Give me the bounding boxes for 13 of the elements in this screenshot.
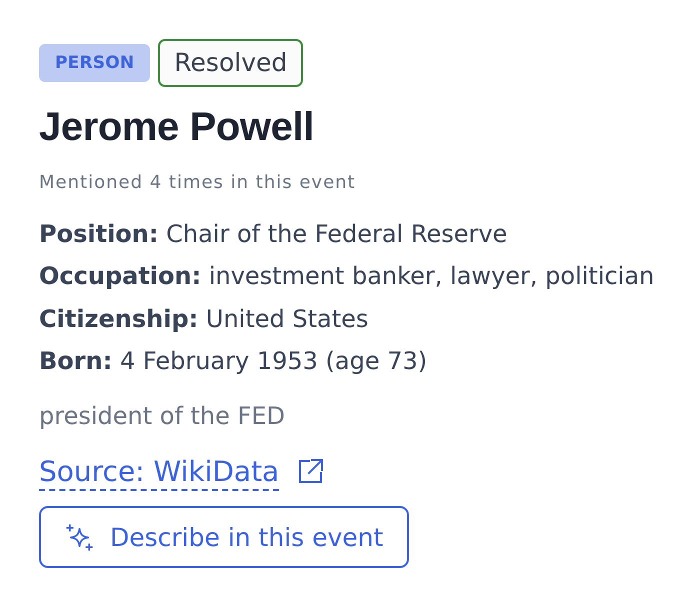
fact-line: Citizenship: United States — [39, 304, 370, 334]
status-badge: Resolved — [158, 39, 304, 87]
fact-line: Position: Chair of the Federal Reserve — [39, 219, 508, 249]
fact-line: Occupation: investment banker, lawyer, politician — [39, 261, 654, 292]
fact-line: Born: 4 February 1953 (age 73) — [39, 346, 428, 376]
external-link-icon[interactable] — [299, 459, 324, 484]
entity-name: Jerome Powell — [39, 105, 314, 149]
source-link[interactable]: Source: WikiData — [39, 455, 280, 492]
entity-type-badge: PERSON — [39, 44, 150, 82]
mention-count: Mentioned 4 times in this event — [39, 172, 356, 194]
describe-button[interactable]: Describe in this event — [39, 506, 410, 568]
entity-description: president of the FED — [39, 401, 285, 432]
sparkle-icon — [66, 524, 93, 551]
